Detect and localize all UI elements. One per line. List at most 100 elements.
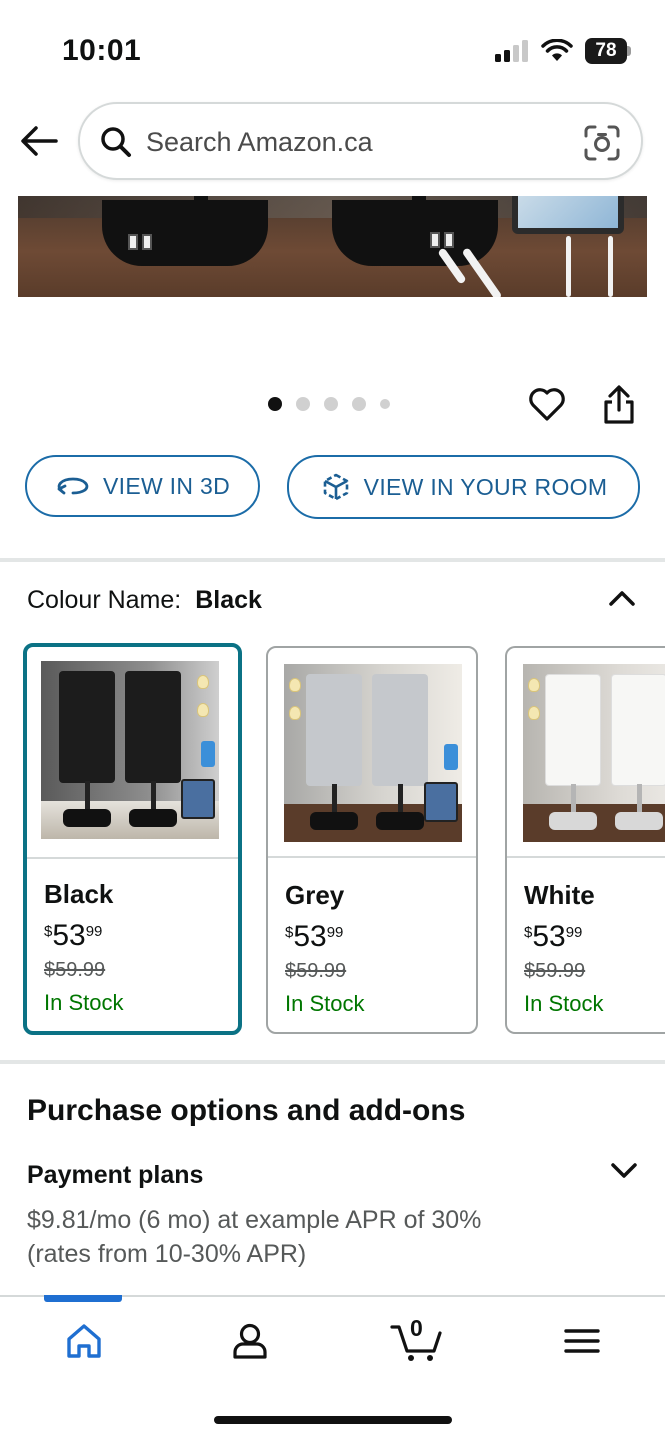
- colour-option-stock: In Stock: [524, 991, 604, 1016]
- nav-home-button[interactable]: [62, 1319, 106, 1363]
- charging-cable: [608, 236, 613, 297]
- wishlist-button[interactable]: [527, 384, 567, 424]
- search-bar[interactable]: [78, 102, 643, 180]
- lamp-base: [376, 812, 424, 830]
- back-arrow-icon: [21, 126, 58, 156]
- price-currency: $: [524, 924, 533, 941]
- lamp-base: [310, 812, 358, 830]
- colour-option-white[interactable]: White $5399 $59.99 In Stock: [505, 646, 665, 1034]
- lamp-shade: [545, 674, 601, 786]
- search-header: [0, 102, 665, 182]
- colour-option-price: $5399: [285, 920, 343, 954]
- colour-option-list-price: $59.99: [524, 960, 586, 982]
- lamp-shade: [59, 671, 115, 783]
- rotate-3d-icon: [57, 477, 89, 495]
- bulb-icon: [289, 678, 301, 692]
- colour-option-price: $5399: [44, 919, 102, 953]
- bulb-icon: [528, 706, 540, 720]
- price-currency: $: [285, 924, 294, 941]
- carousel-dot-2[interactable]: [296, 397, 310, 411]
- status-indicators: 78: [495, 38, 631, 64]
- purchase-options-title: Purchase options and add-ons: [27, 1094, 466, 1127]
- section-divider: [0, 1060, 665, 1064]
- share-icon: [604, 385, 634, 424]
- colour-selector-header[interactable]: Colour Name: Black: [27, 586, 637, 620]
- payment-plans-title[interactable]: Payment plans: [27, 1161, 203, 1190]
- section-divider: [0, 558, 665, 562]
- bulb-icon: [197, 703, 209, 717]
- colour-option-image: [284, 664, 462, 842]
- swatch-divider: [507, 856, 665, 858]
- bulb-icon: [528, 678, 540, 692]
- phone-graphic: [201, 741, 215, 767]
- product-image[interactable]: [18, 196, 647, 297]
- colour-option-price: $5399: [524, 920, 582, 954]
- account-icon: [233, 1323, 267, 1359]
- wifi-icon: [541, 39, 573, 61]
- carousel-dot-5[interactable]: [380, 399, 390, 409]
- status-bar: 10:01 78: [0, 0, 665, 96]
- tablet-graphic: [424, 782, 458, 822]
- battery-level: 78: [585, 38, 627, 64]
- swatch-divider: [27, 857, 238, 859]
- price-whole: 53: [532, 920, 566, 953]
- search-icon: [101, 127, 131, 157]
- cellular-signal-icon: [495, 40, 528, 62]
- colour-option-image: [41, 661, 219, 839]
- tablet-device: [512, 196, 624, 234]
- lamp-shade: [372, 674, 428, 786]
- image-carousel-dots[interactable]: [268, 397, 390, 411]
- lamp-base: [63, 809, 111, 827]
- carousel-dot-4[interactable]: [352, 397, 366, 411]
- carousel-dot-3[interactable]: [324, 397, 338, 411]
- price-currency: $: [44, 923, 53, 940]
- bulb-icon: [289, 706, 301, 720]
- lamp-base: [615, 812, 663, 830]
- colour-option-name: White: [524, 880, 595, 910]
- swatch-divider: [268, 856, 476, 858]
- chevron-up-icon[interactable]: [607, 586, 637, 610]
- camera-search-button[interactable]: [583, 124, 621, 162]
- colour-option-list-price: $59.99: [285, 960, 347, 982]
- colour-option-name: Black: [44, 879, 114, 909]
- back-button[interactable]: [18, 120, 60, 162]
- lamp-shade: [125, 671, 181, 783]
- payment-plans-description: $9.81/mo (6 mo) at example APR of 30% (r…: [27, 1206, 482, 1268]
- view-in-3d-label: VIEW IN 3D: [103, 472, 230, 499]
- search-input[interactable]: [146, 122, 566, 162]
- home-icon: [67, 1324, 101, 1358]
- home-indicator[interactable]: [214, 1416, 452, 1424]
- tablet-screen: [518, 196, 618, 228]
- ar-cube-icon: [323, 473, 348, 501]
- chevron-down-icon[interactable]: [610, 1160, 638, 1182]
- camera-lens-icon: [584, 125, 620, 161]
- nav-account-button[interactable]: [228, 1319, 272, 1363]
- lamp-pole: [398, 784, 403, 814]
- lamp-base-left: [102, 200, 268, 266]
- tablet-graphic: [181, 779, 215, 819]
- share-button[interactable]: [601, 384, 637, 426]
- price-whole: 53: [293, 920, 327, 953]
- price-fraction: 99: [565, 924, 583, 941]
- active-tab-indicator: [44, 1295, 122, 1302]
- lamp-pole: [637, 784, 642, 814]
- charging-cable: [566, 236, 571, 297]
- lamp-pole: [332, 784, 337, 814]
- colour-option-stock: In Stock: [44, 990, 124, 1015]
- status-time: 10:01: [62, 34, 142, 67]
- lamp-shade: [611, 674, 665, 786]
- colour-option-black[interactable]: Black $5399 $59.99 In Stock: [23, 643, 242, 1035]
- colour-option-grey[interactable]: Grey $5399 $59.99 In Stock: [266, 646, 478, 1034]
- nav-cart-button[interactable]: 0: [390, 1315, 446, 1363]
- usb-port: [142, 234, 152, 250]
- carousel-dot-1[interactable]: [268, 397, 282, 411]
- usb-port: [128, 234, 138, 250]
- usb-port: [430, 232, 440, 248]
- lamp-pole: [151, 781, 156, 811]
- bulb-icon: [197, 675, 209, 689]
- colour-label: Colour Name:: [27, 586, 182, 614]
- view-in-3d-button[interactable]: VIEW IN 3D: [25, 455, 260, 517]
- nav-menu-button[interactable]: [562, 1319, 606, 1363]
- view-in-your-room-button[interactable]: VIEW IN YOUR ROOM: [287, 455, 640, 519]
- battery-indicator: 78: [585, 38, 631, 64]
